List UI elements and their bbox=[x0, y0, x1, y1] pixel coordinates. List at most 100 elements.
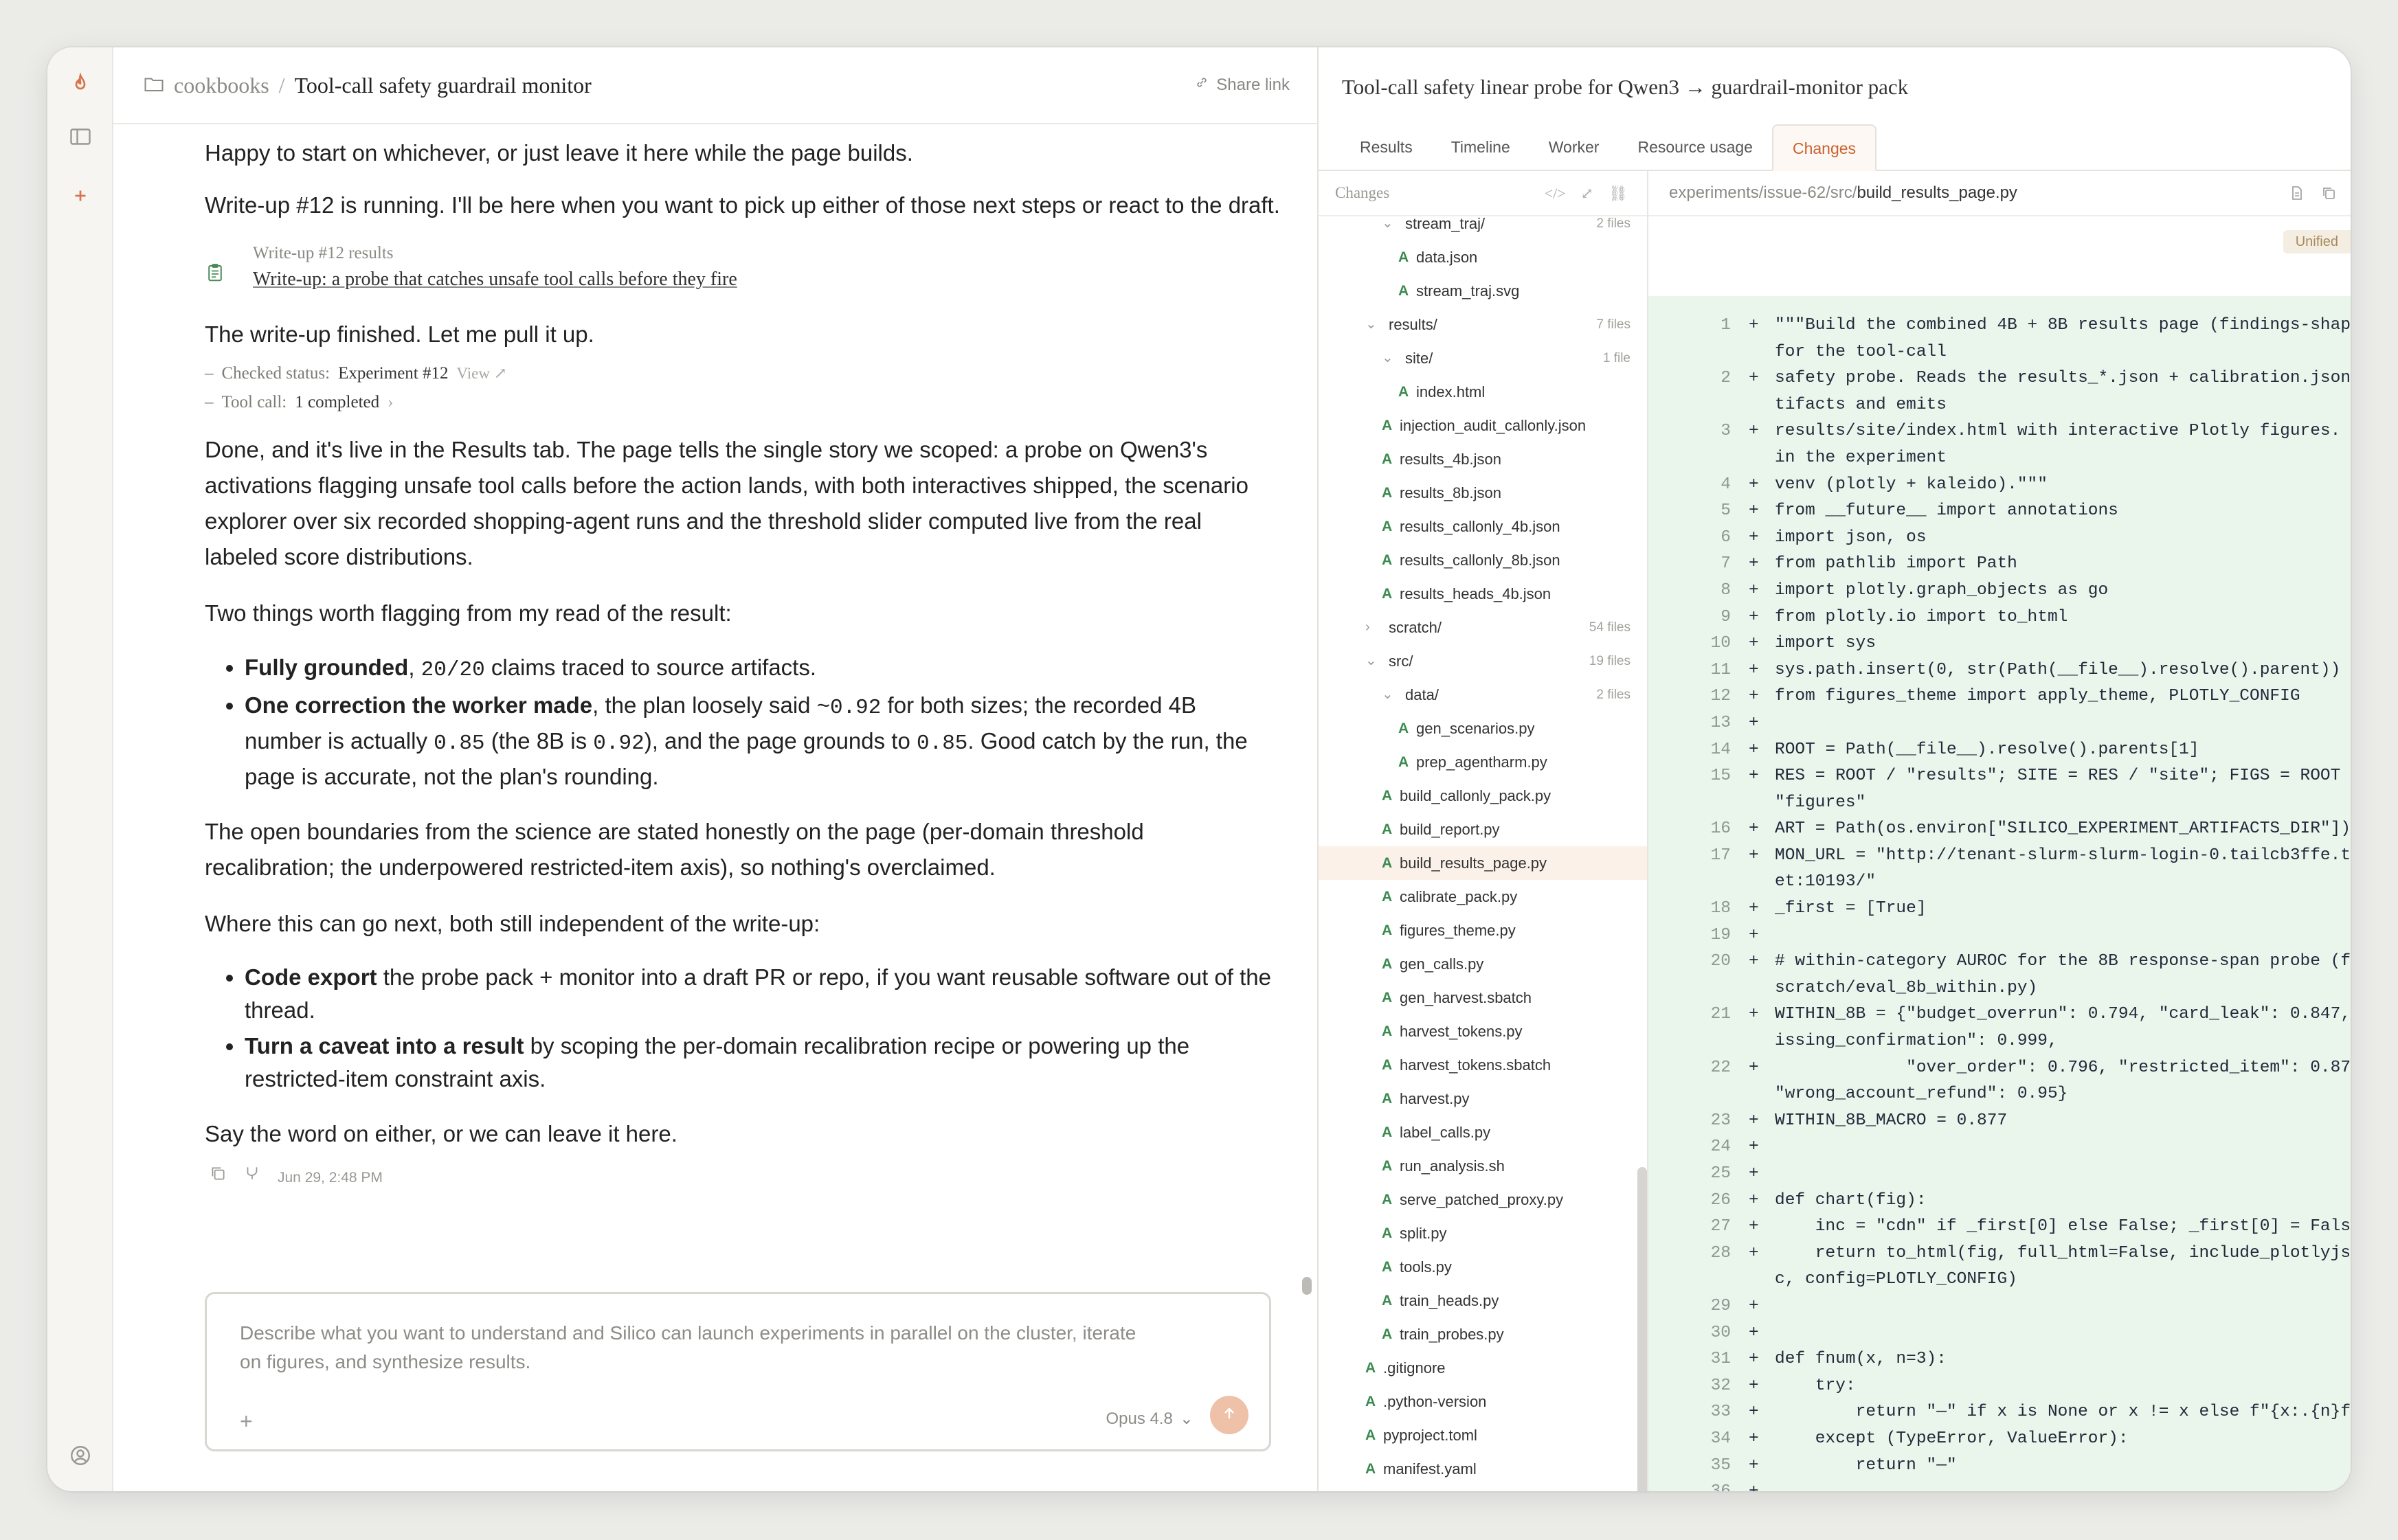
tree-file[interactable]: Acalibrate_pack.py bbox=[1319, 880, 1647, 914]
line-number: 14 bbox=[1710, 740, 1731, 759]
account-icon[interactable] bbox=[67, 1442, 94, 1469]
copy-icon[interactable] bbox=[209, 1160, 227, 1196]
tree-file[interactable]: Agen_harvest.sbatch bbox=[1319, 981, 1647, 1015]
tree-file[interactable]: Atrain_heads.py bbox=[1319, 1284, 1647, 1317]
file-icon[interactable] bbox=[2289, 185, 2305, 206]
tree-file[interactable]: Agen_calls.py bbox=[1319, 947, 1647, 981]
attachment-link[interactable]: Write-up: a probe that catches unsafe to… bbox=[253, 266, 737, 293]
code-line: 3 + results/site/index.html with interacti… bbox=[1648, 418, 2351, 445]
file-count: 2 files bbox=[1596, 688, 1631, 702]
file-count: 19 files bbox=[1589, 654, 1631, 668]
tree-file[interactable]: Agen_scenarios.py bbox=[1319, 712, 1647, 745]
tree-file[interactable]: Atools.py bbox=[1319, 1250, 1647, 1284]
breadcrumb-folder[interactable]: cookbooks bbox=[174, 73, 269, 98]
tree-file[interactable]: Abuild_callonly_pack.py bbox=[1319, 779, 1647, 813]
chevron-down-icon[interactable]: ⌄ bbox=[1382, 341, 1393, 375]
tree-file[interactable]: Aserve_patched_proxy.py bbox=[1319, 1183, 1647, 1216]
composer-add-button[interactable]: + bbox=[240, 1409, 253, 1434]
tab-results[interactable]: Results bbox=[1341, 124, 1432, 170]
code-view-icon[interactable]: </> bbox=[1545, 185, 1566, 203]
tree-file[interactable]: Afigures_theme.py bbox=[1319, 914, 1647, 947]
line-number: 2 bbox=[1721, 369, 1731, 388]
expand-icon[interactable]: ⤢ bbox=[1581, 185, 1593, 203]
tree-file[interactable]: Aharvest_tokens.py bbox=[1319, 1015, 1647, 1048]
tree-folder[interactable]: ⌄ data/2 files bbox=[1319, 678, 1647, 712]
line-number: 31 bbox=[1710, 1350, 1731, 1369]
tab-changes[interactable]: Changes bbox=[1771, 124, 1877, 171]
tree-file[interactable]: Aresults_heads_4b.json bbox=[1319, 577, 1647, 611]
link-icon[interactable]: ⛓ bbox=[1609, 185, 1628, 203]
copy-icon[interactable] bbox=[2320, 185, 2337, 206]
code-diff: 1 + """Build the combined 4B + 8B results … bbox=[1648, 296, 2351, 1491]
line-number: 23 bbox=[1710, 1111, 1731, 1130]
tree-file[interactable]: Amanifest.yaml bbox=[1319, 1452, 1647, 1486]
tree-file[interactable]: Aresults_callonly_4b.json bbox=[1319, 510, 1647, 543]
tree-file[interactable]: Abuild_results_page.py bbox=[1319, 846, 1647, 880]
tree-item-label: pyproject.toml bbox=[1383, 1427, 1477, 1444]
tree-file[interactable]: Aharvest_tokens.sbatch bbox=[1319, 1048, 1647, 1082]
tree-file[interactable]: Atrain_probes.py bbox=[1319, 1317, 1647, 1351]
composer-input[interactable]: Describe what you want to understand and… bbox=[240, 1319, 1147, 1377]
code-line: 22 + "over_order": 0.796, "restricted_ite… bbox=[1648, 1055, 2351, 1082]
added-badge: A bbox=[1365, 1394, 1376, 1409]
chat-scrollbar[interactable] bbox=[1302, 1277, 1312, 1295]
tree-file[interactable]: Arun_analysis.sh bbox=[1319, 1149, 1647, 1183]
added-badge: A bbox=[1382, 485, 1393, 501]
tree-file[interactable]: Asplit.py bbox=[1319, 1216, 1647, 1250]
chevron-right-icon[interactable]: › bbox=[1365, 611, 1370, 644]
tree-file[interactable]: Aresults_4b.json bbox=[1319, 442, 1647, 476]
tree-file[interactable]: A .gitignore bbox=[1319, 1351, 1647, 1385]
composer[interactable]: Describe what you want to understand and… bbox=[205, 1292, 1271, 1451]
flame-logo-icon[interactable] bbox=[67, 71, 94, 98]
tree-file[interactable]: Ainjection_audit_callonly.json bbox=[1319, 409, 1647, 442]
sidebar-toggle-icon[interactable] bbox=[67, 123, 94, 150]
branch-icon[interactable] bbox=[243, 1160, 261, 1196]
tree-folder[interactable]: ⌄ stream_traj/2 files bbox=[1319, 207, 1647, 240]
diff-added-marker: + bbox=[1749, 1403, 1759, 1422]
chevron-down-icon[interactable]: ⌄ bbox=[1382, 207, 1393, 240]
tree-file[interactable]: Astream_traj.svg bbox=[1319, 274, 1647, 308]
tree-file[interactable]: Aharvest.py bbox=[1319, 1082, 1647, 1116]
tree-folder[interactable]: ⌄ src/19 files bbox=[1319, 644, 1647, 678]
code-line: 17 + MON_URL = "http://tenant-slurm-slurm-… bbox=[1648, 843, 2351, 870]
tree-file[interactable]: Alabel_calls.py bbox=[1319, 1116, 1647, 1149]
writeup-attachment[interactable]: Write-up #12 results Write-up: a probe t… bbox=[205, 241, 1304, 293]
unified-view-toggle[interactable]: Unified bbox=[2283, 230, 2351, 253]
new-chat-plus-icon[interactable] bbox=[67, 182, 94, 210]
tab-worker[interactable]: Worker bbox=[1529, 124, 1619, 170]
tool-call-row[interactable]: – Tool call: 1 completed › bbox=[205, 388, 1304, 417]
tab-resource-usage[interactable]: Resource usage bbox=[1618, 124, 1772, 170]
tree-file[interactable]: Abuild_report.py bbox=[1319, 813, 1647, 846]
code-line: 15 + RES = ROOT / "results"; SITE = RES / … bbox=[1648, 763, 2351, 790]
chevron-down-icon[interactable]: ⌄ bbox=[1365, 308, 1377, 341]
diff-added-marker: + bbox=[1749, 952, 1759, 971]
tab-timeline[interactable]: Timeline bbox=[1432, 124, 1529, 170]
tree-folder[interactable]: ⌄ results/7 files bbox=[1319, 308, 1647, 341]
tree-file[interactable]: Aprep_agentharm.py bbox=[1319, 745, 1647, 779]
diff-added-marker: + bbox=[1749, 1111, 1759, 1130]
tree-file[interactable]: Apyproject.toml bbox=[1319, 1418, 1647, 1452]
chevron-down-icon[interactable]: ⌄ bbox=[1365, 644, 1377, 678]
chevron-down-icon[interactable]: ⌄ bbox=[1382, 678, 1393, 712]
diff-added-marker: + bbox=[1749, 1217, 1759, 1236]
tree-file[interactable]: Aindex.html bbox=[1319, 375, 1647, 409]
tree-file[interactable]: Aresults_callonly_8b.json bbox=[1319, 543, 1647, 577]
model-selector[interactable]: Opus 4.8 ⌄ bbox=[1106, 1409, 1194, 1429]
file-tree-scrollbar[interactable] bbox=[1637, 1167, 1647, 1491]
send-button[interactable] bbox=[1210, 1396, 1248, 1434]
code-text: "over_order": 0.796, "restricted_item": … bbox=[1775, 1058, 2351, 1077]
code-line: 7 + from pathlib import Path bbox=[1648, 551, 2351, 578]
tree-file[interactable]: Aresults_8b.json bbox=[1319, 476, 1647, 510]
tree-file[interactable]: Adata.json bbox=[1319, 240, 1647, 274]
tree-folder[interactable]: › scratch/54 files bbox=[1319, 611, 1647, 644]
tree-item-label: label_calls.py bbox=[1400, 1124, 1491, 1141]
tree-folder[interactable]: ⌄ site/1 file bbox=[1319, 341, 1647, 375]
code-line: 36 + bbox=[1648, 1479, 2351, 1491]
changes-panel: Tool-call safety linear probe for Qwen3 … bbox=[1317, 47, 2351, 1491]
checked-status-view-link[interactable]: View ↗ bbox=[457, 359, 507, 388]
message-flag-intro: Two things worth flagging from my read o… bbox=[205, 600, 732, 626]
tree-file[interactable]: A .python-version bbox=[1319, 1385, 1647, 1418]
diff-added-marker: + bbox=[1749, 1005, 1759, 1024]
share-link-button[interactable]: Share link bbox=[1194, 75, 1290, 95]
diff-added-marker: + bbox=[1749, 369, 1759, 388]
